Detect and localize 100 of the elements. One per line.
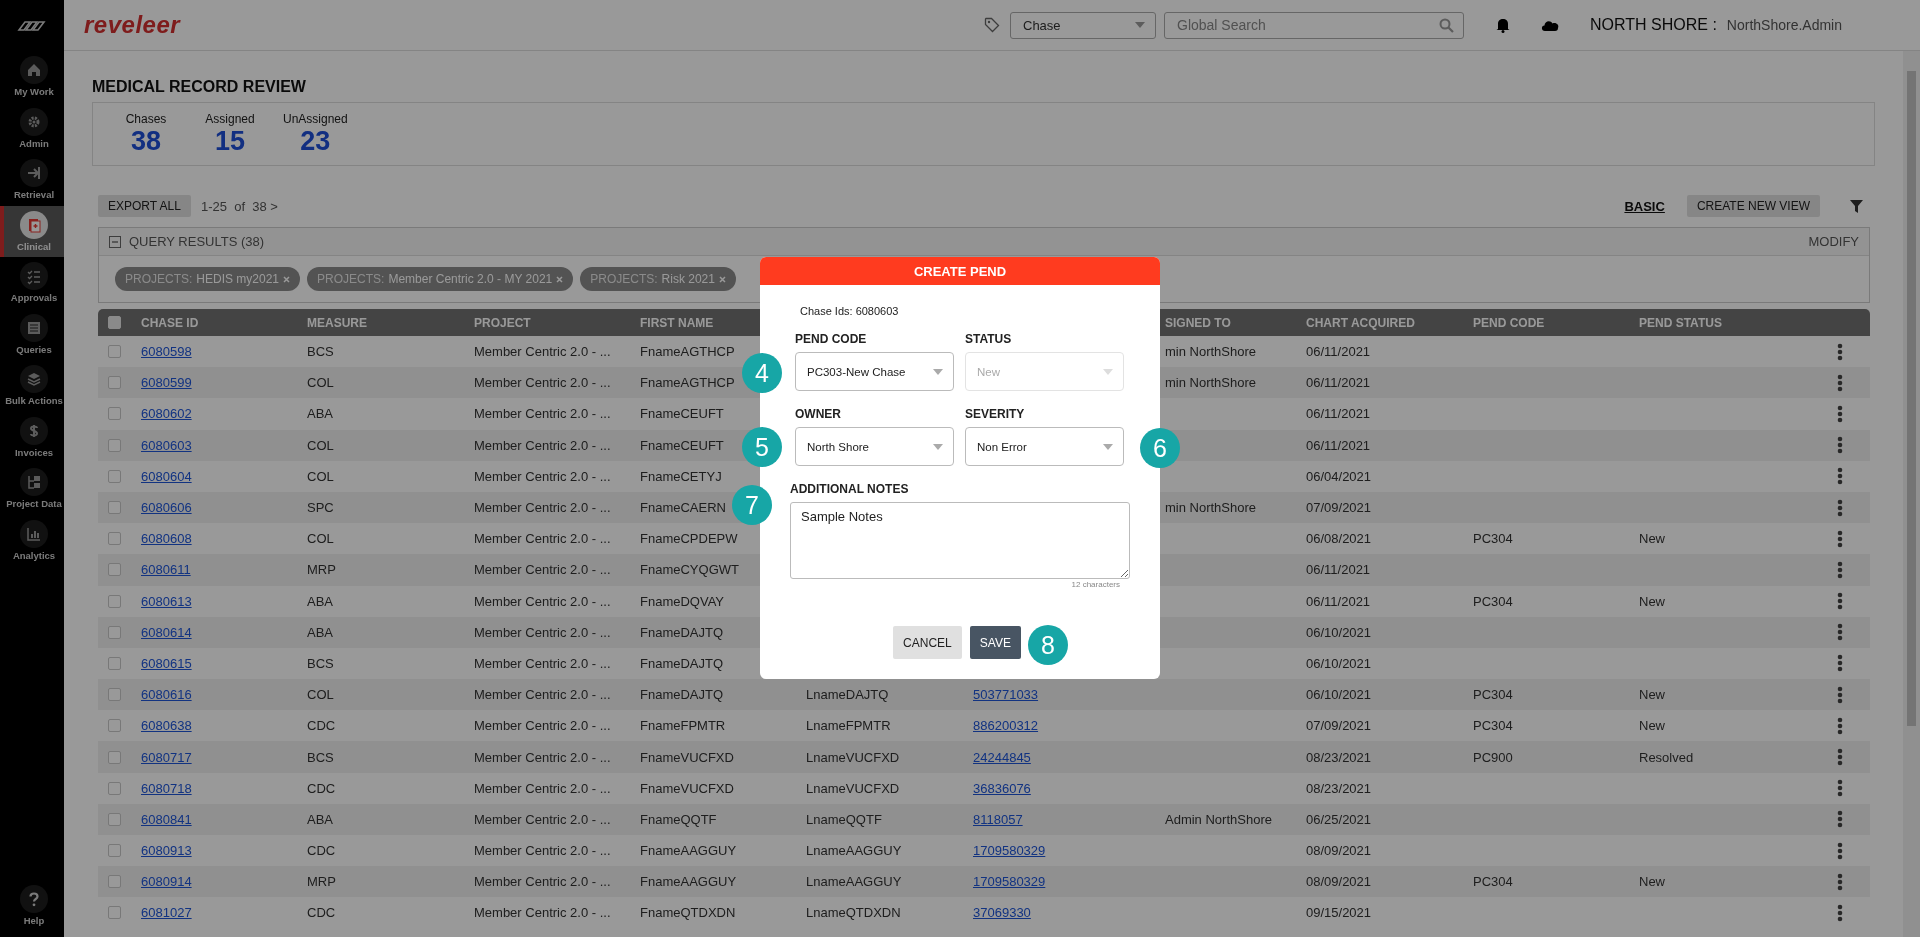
more-icon[interactable] [1836,498,1843,517]
collapse-icon[interactable] [109,235,121,248]
row-checkbox[interactable] [108,875,121,889]
row-checkbox[interactable] [108,376,121,390]
table-link[interactable]: 6081027 [141,905,192,921]
more-icon[interactable] [1836,716,1843,735]
view-link[interactable]: BASIC [1624,198,1665,214]
table-link[interactable]: 24244845 [973,749,1031,765]
table-link[interactable]: 6080608 [141,531,192,547]
table-link[interactable]: 36836076 [973,780,1031,796]
more-icon[interactable] [1836,560,1843,579]
table-link[interactable]: 6080717 [141,749,192,765]
sidebar-item[interactable]: My Work [0,51,64,103]
sidebar-item[interactable]: Queries [0,308,64,360]
more-icon[interactable] [1836,436,1843,455]
close-icon[interactable] [556,275,564,283]
cancel-button[interactable]: CANCEL [893,626,962,659]
more-icon[interactable] [1836,592,1843,611]
table-link[interactable]: 6080613 [141,593,192,609]
row-checkbox[interactable] [108,781,121,795]
table-link[interactable]: 6080615 [141,655,192,671]
table-link[interactable]: 6080638 [141,718,192,734]
table-link[interactable]: 6080602 [141,406,192,422]
table-link[interactable]: 6080611 [141,562,191,578]
select-field[interactable]: Non Error [965,427,1124,466]
column-header[interactable]: PEND STATUS [1639,315,1722,330]
bell-icon[interactable] [1496,17,1510,33]
sidebar-item[interactable]: Bulk Actions [0,360,64,412]
more-icon[interactable] [1836,529,1843,548]
more-icon[interactable] [1836,903,1843,922]
table-link[interactable]: 6080614 [141,624,192,640]
row-checkbox[interactable] [108,812,121,826]
table-link[interactable]: 6080598 [141,344,192,360]
close-icon[interactable] [718,275,726,283]
row-checkbox[interactable] [108,656,121,670]
select-all-checkbox[interactable] [108,316,121,329]
cloud-icon[interactable] [1540,18,1560,32]
column-header[interactable]: SIGNED TO [1165,315,1231,330]
pagination[interactable]: 1-25 of 38 > [200,198,278,214]
sidebar-item[interactable]: Retrieval [0,154,64,206]
table-link[interactable]: 6080604 [141,468,192,484]
table-link[interactable]: 6080603 [141,437,192,453]
help-button[interactable]: Help [0,879,64,931]
row-checkbox[interactable] [108,469,121,483]
row-checkbox[interactable] [108,688,121,702]
more-icon[interactable] [1836,810,1843,829]
scrollbar[interactable] [1903,51,1920,937]
sidebar-item[interactable]: Project Data [0,463,64,515]
more-icon[interactable] [1836,342,1843,361]
save-button[interactable]: SAVE [969,626,1021,659]
row-checkbox[interactable] [108,501,121,515]
table-link[interactable]: 6080599 [141,375,192,391]
sidebar-item[interactable]: Invoices [0,411,64,463]
more-icon[interactable] [1836,654,1843,673]
column-header[interactable]: MEASURE [307,315,367,330]
export-all-button[interactable]: EXPORT ALL [98,195,191,217]
sidebar-item[interactable]: Admin [0,102,64,154]
modify-link[interactable]: MODIFY [1808,234,1859,249]
more-icon[interactable] [1836,841,1843,860]
row-checkbox[interactable] [108,906,121,920]
row-checkbox[interactable] [108,438,121,452]
table-link[interactable]: 37069330 [973,905,1031,921]
more-icon[interactable] [1836,373,1843,392]
table-link[interactable]: 8118057 [973,811,1023,827]
row-checkbox[interactable] [108,407,121,421]
more-icon[interactable] [1836,872,1843,891]
table-link[interactable]: 503771033 [973,687,1039,703]
row-checkbox[interactable] [108,532,121,546]
table-link[interactable]: 6080914 [141,874,192,890]
table-link[interactable]: 6080606 [141,500,192,516]
select-field[interactable]: PC303-New Chase [795,352,954,391]
sidebar-item[interactable]: Analytics [0,514,64,566]
column-header[interactable]: CHASE ID [141,315,199,330]
search-field[interactable]: Global Search [1164,11,1464,39]
close-icon[interactable] [283,275,291,283]
more-icon[interactable] [1836,404,1843,423]
row-checkbox[interactable] [108,625,121,639]
create-view-button[interactable]: CREATE NEW VIEW [1686,195,1820,217]
sidebar-item[interactable]: Approvals [0,257,64,309]
more-icon[interactable] [1836,623,1843,642]
table-link[interactable]: 886200312 [973,718,1039,734]
table-link[interactable]: 6080616 [141,687,192,703]
row-checkbox[interactable] [108,750,121,764]
table-link[interactable]: 6080913 [141,843,192,859]
more-icon[interactable] [1836,685,1843,704]
row-checkbox[interactable] [108,345,121,359]
row-checkbox[interactable] [108,719,121,733]
row-checkbox[interactable] [108,594,121,608]
column-header[interactable]: CHART ACQUIRED [1306,315,1415,330]
table-link[interactable]: 1709580329 [973,874,1046,890]
column-header[interactable]: PROJECT [474,315,531,330]
table-link[interactable]: 6080718 [141,780,192,796]
filter-icon[interactable] [1850,199,1863,213]
more-icon[interactable] [1836,467,1843,486]
notes-field[interactable]: Sample Notes [790,502,1130,579]
more-icon[interactable] [1836,748,1843,767]
select-field[interactable]: North Shore [795,427,954,466]
table-link[interactable]: 1709580329 [973,843,1046,859]
row-checkbox[interactable] [108,563,121,577]
column-header[interactable]: PEND CODE [1473,315,1545,330]
